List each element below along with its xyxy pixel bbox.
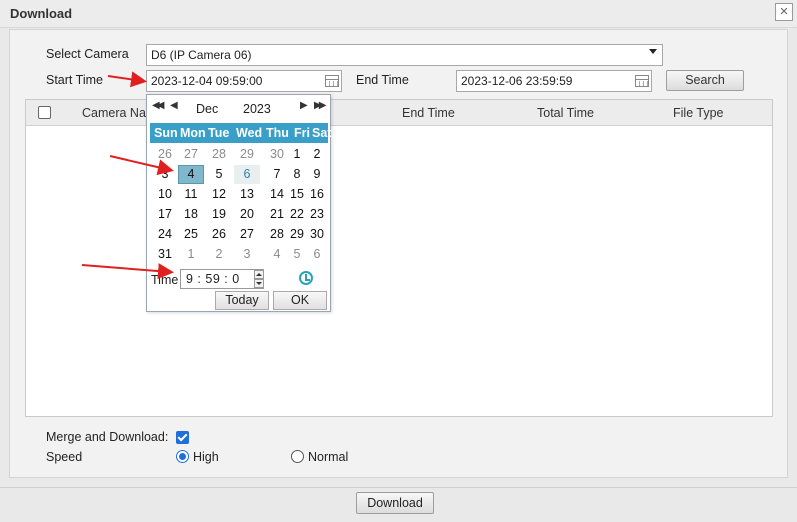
arrow-start-time <box>107 71 147 88</box>
annotation-arrows <box>81 71 174 280</box>
arrow-selected-day <box>109 155 174 176</box>
arrow-time <box>81 263 174 280</box>
